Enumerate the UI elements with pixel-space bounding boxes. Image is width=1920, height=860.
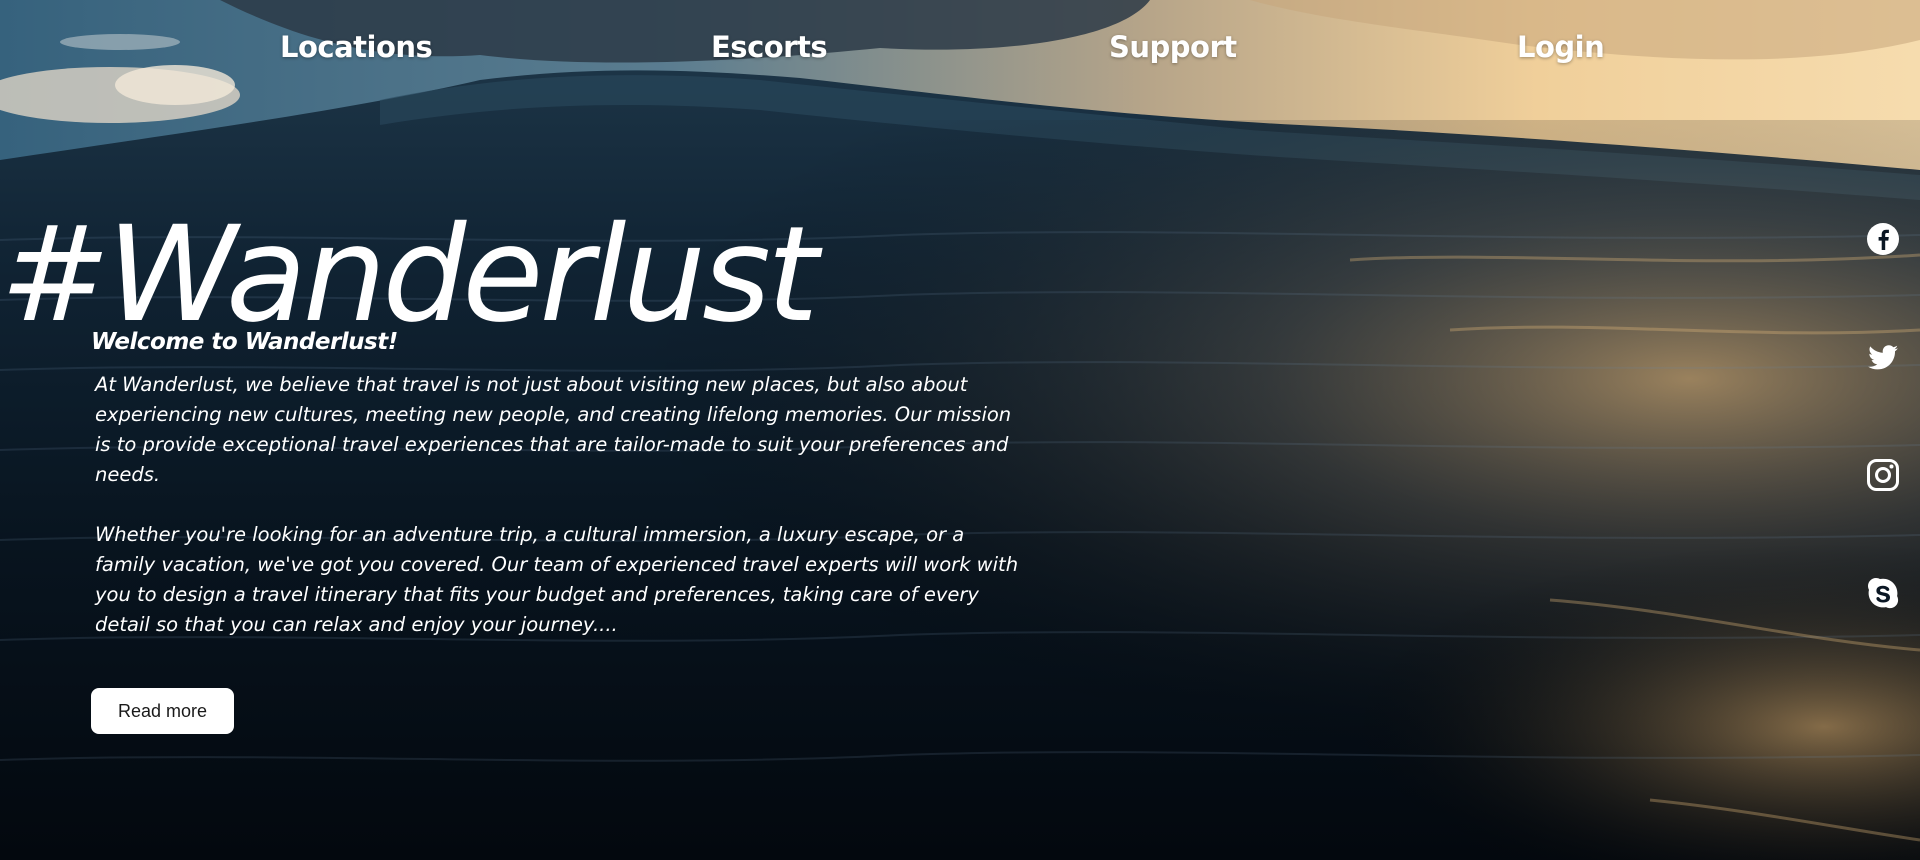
hero-title: #Wanderlust [0, 198, 819, 352]
read-more-button[interactable]: Read more [91, 688, 234, 734]
intro-paragraph-2: Whether you're looking for an adventure … [95, 523, 1019, 636]
welcome-heading: Welcome to Wanderlust! [91, 329, 398, 355]
top-navigation: Locations Escorts Support Login [0, 30, 1920, 80]
nav-link-login[interactable]: Login [1517, 30, 1605, 64]
facebook-icon[interactable] [1866, 222, 1900, 256]
twitter-icon[interactable] [1866, 340, 1900, 374]
nav-link-escorts[interactable]: Escorts [711, 30, 828, 64]
intro-text: At Wanderlust, we believe that travel is… [95, 370, 1025, 640]
intro-paragraph-1: At Wanderlust, we believe that travel is… [95, 373, 1012, 486]
page: Locations Escorts Support Login #Wanderl… [0, 0, 1920, 860]
skype-icon[interactable] [1866, 576, 1900, 610]
nav-link-support[interactable]: Support [1109, 30, 1237, 64]
nav-link-locations[interactable]: Locations [280, 30, 433, 64]
instagram-icon[interactable] [1866, 458, 1900, 492]
